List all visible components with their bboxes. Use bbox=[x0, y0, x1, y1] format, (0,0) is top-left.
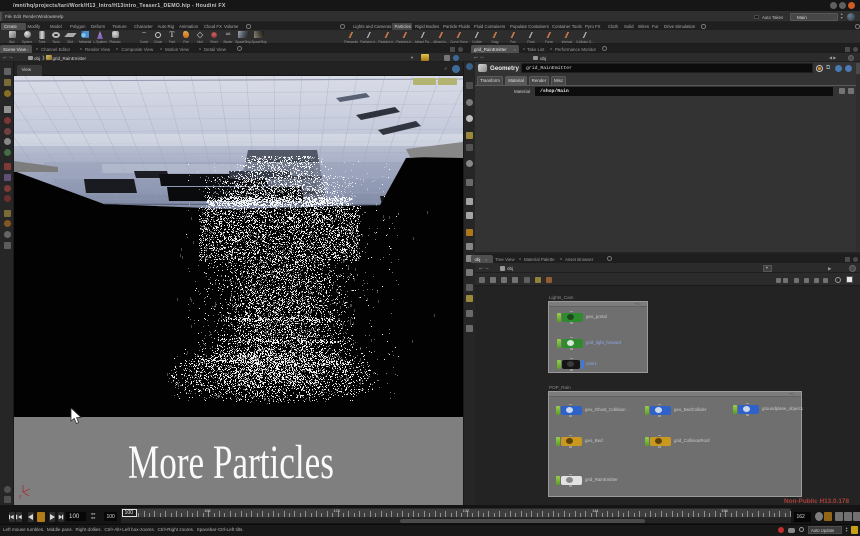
svg-text:y: y bbox=[19, 494, 22, 499]
